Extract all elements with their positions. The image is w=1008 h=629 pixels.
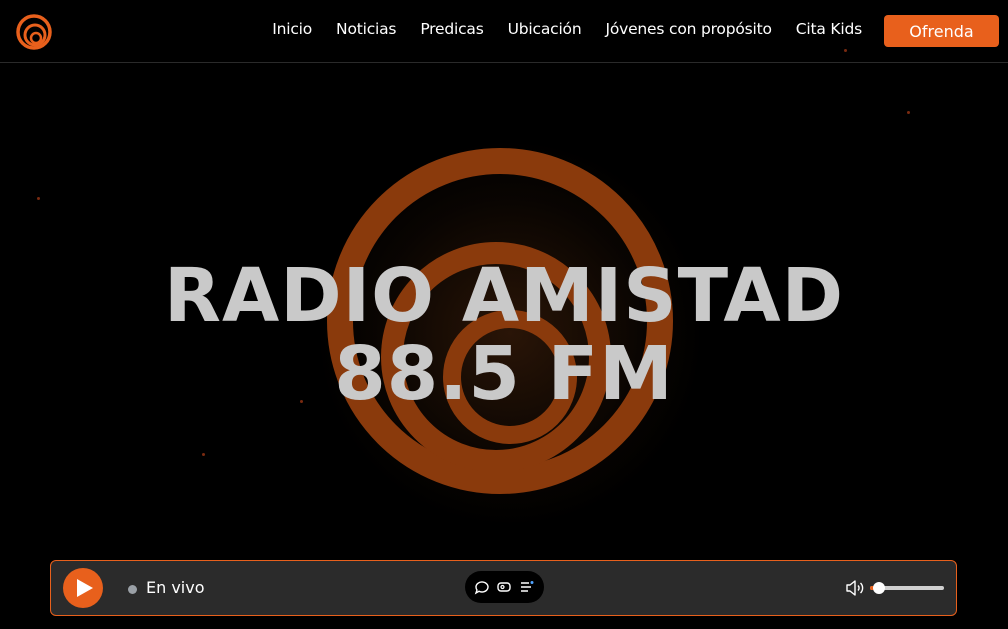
volume-slider[interactable] (870, 582, 944, 594)
volume-icon[interactable] (845, 579, 865, 597)
spark-particle (907, 111, 910, 114)
volume-slider-knob[interactable] (872, 582, 885, 594)
top-navbar: Inicio Noticias Predicas Ubicación Jóven… (0, 0, 1008, 63)
playlist-icon[interactable] (519, 579, 535, 595)
player-actions-pill (465, 571, 544, 603)
logo-icon[interactable] (14, 12, 54, 52)
ofrenda-button[interactable]: Ofrenda (884, 15, 999, 47)
main-menu: Inicio Noticias Predicas Ubicación Jóven… (272, 20, 862, 38)
live-status-label: En vivo (146, 578, 205, 597)
hero-title-line1: RADIO AMISTAD (163, 253, 845, 339)
play-icon (77, 579, 93, 597)
cast-icon[interactable] (496, 579, 512, 595)
hero-title-line2: 88.5 FM (334, 331, 674, 417)
nav-ubicacion[interactable]: Ubicación (508, 20, 582, 38)
nav-cita-kids[interactable]: Cita Kids (796, 20, 862, 38)
live-indicator-dot (128, 585, 137, 594)
chat-icon[interactable] (474, 579, 490, 595)
hero-section: RADIO AMISTAD 88.5 FM (0, 49, 1008, 629)
spark-particle (202, 453, 205, 456)
spark-particle (300, 400, 303, 403)
spark-particle (844, 49, 847, 52)
radio-player-bar: En vivo (50, 560, 957, 616)
spark-particle (37, 197, 40, 200)
nav-predicas[interactable]: Predicas (420, 20, 483, 38)
nav-noticias[interactable]: Noticias (336, 20, 396, 38)
play-button[interactable] (63, 568, 103, 608)
nav-jovenes[interactable]: Jóvenes con propósito (605, 20, 772, 38)
nav-inicio[interactable]: Inicio (272, 20, 312, 38)
